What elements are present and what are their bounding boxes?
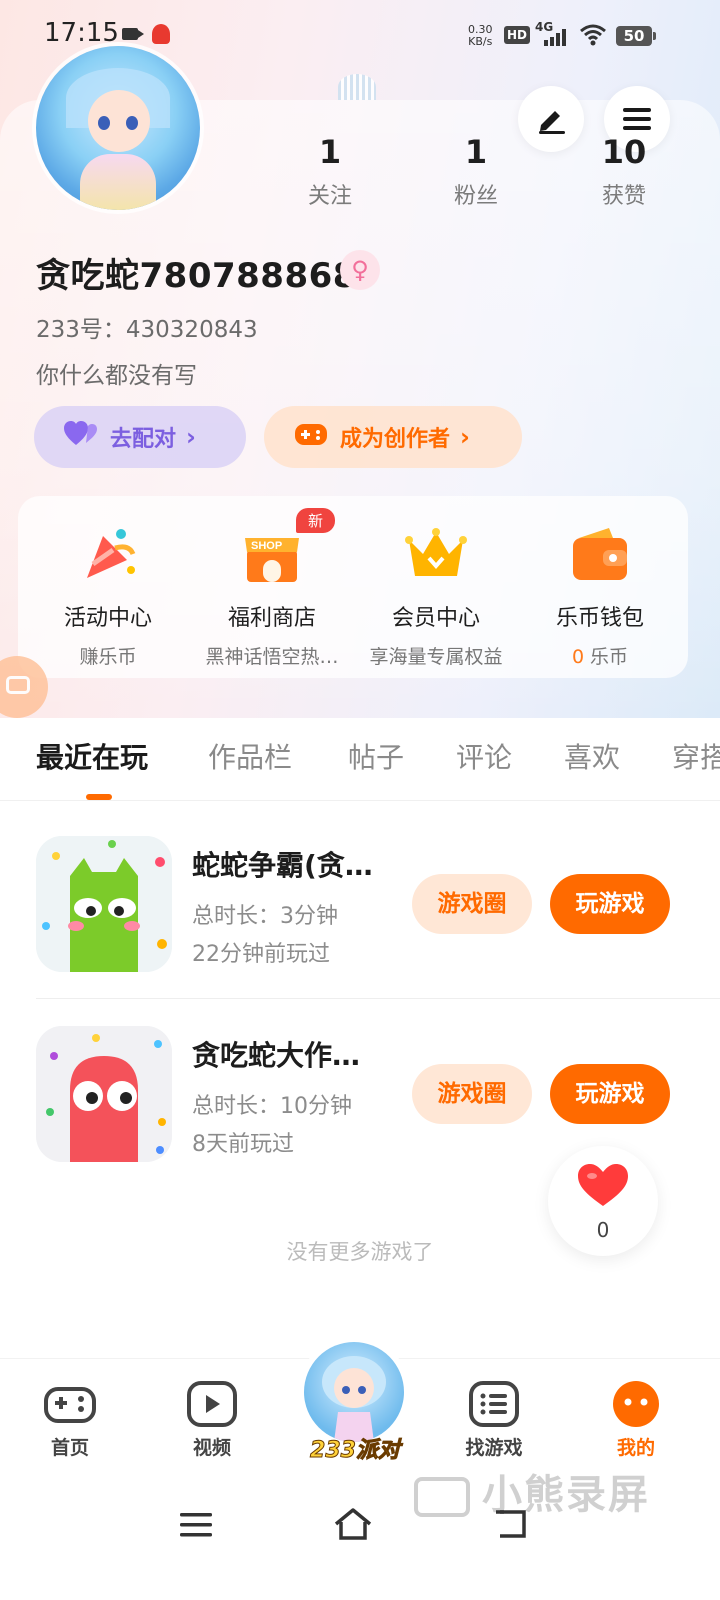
gamepad-icon (43, 1381, 97, 1427)
service-wallet[interactable]: 乐币钱包 0 乐币 (516, 520, 684, 669)
match-button-label: 去配对 (110, 427, 177, 452)
nav-mine[interactable]: 我的 (586, 1381, 686, 1460)
service-name: 活动中心 (63, 606, 152, 631)
service-subtitle: 0 乐币 (516, 642, 684, 669)
party-avatar-icon (322, 1356, 386, 1442)
game-circle-button[interactable]: 游戏圈 (412, 1064, 532, 1124)
stat-likes-label: 获赞 (601, 184, 646, 209)
play-game-button[interactable]: 玩游戏 (550, 1064, 670, 1124)
system-navigation-bar (0, 1490, 720, 1600)
nav-find-games[interactable]: 找游戏 (444, 1381, 544, 1460)
network-speed: 0.30 KB/s (468, 24, 493, 48)
play-icon (185, 1381, 239, 1427)
service-name: 福利商店 (227, 606, 316, 631)
become-creator-label: 成为创作者 (340, 427, 451, 452)
stat-following-label: 关注 (307, 184, 352, 209)
chevron-right-icon: › (186, 423, 196, 451)
tab-outfits[interactable]: 穿搭 (672, 736, 720, 776)
nav-label: 我的 (616, 1437, 655, 1459)
svg-text:SHOP: SHOP (251, 540, 282, 552)
stat-followers-label: 粉丝 (453, 184, 498, 209)
stat-following[interactable]: 1 关注 (270, 132, 390, 210)
tab-comments[interactable]: 评论 (456, 736, 512, 776)
become-creator-button[interactable]: 成为创作者 › (264, 406, 522, 468)
game-icon-snake-battle[interactable] (36, 836, 172, 972)
like-float-button[interactable]: 0 (548, 1146, 658, 1256)
like-count: 0 (596, 1218, 610, 1242)
game-icon-snake-battle-2[interactable] (36, 1026, 172, 1162)
new-badge: 新 (296, 508, 336, 533)
back-icon[interactable] (492, 1508, 530, 1540)
coin-unit: 乐币 (590, 646, 629, 668)
game-last-played: 8天前玩过 (192, 1132, 294, 1157)
game-title: 贪吃蛇大作… (192, 1039, 361, 1072)
hd-icon: HD (504, 26, 531, 44)
recent-apps-icon[interactable] (178, 1510, 214, 1540)
crown-icon (401, 520, 471, 590)
user-avatar[interactable] (36, 46, 200, 210)
profile-face-icon (609, 1381, 663, 1427)
game-list-item[interactable]: 蛇蛇争霸(贪… 总时长：3分钟 22分钟前玩过 游戏圈 玩游戏 (0, 836, 720, 1006)
notification-app-icon (152, 24, 170, 44)
nav-video[interactable]: 视频 (162, 1381, 262, 1460)
screen-record-icon (122, 28, 144, 40)
game-title: 蛇蛇争霸(贪… (192, 849, 373, 882)
nav-label: 首页 (50, 1437, 89, 1459)
stat-likes[interactable]: 10 获赞 (564, 132, 684, 210)
home-icon[interactable] (332, 1506, 374, 1542)
list-divider (36, 998, 720, 999)
service-subtitle: 赚乐币 (79, 646, 137, 668)
gender-female-icon: ♀ (340, 250, 380, 290)
active-tab-indicator (86, 794, 112, 800)
user-id[interactable]: 233号：430320843 (36, 310, 258, 344)
party-avatar-button[interactable] (304, 1342, 404, 1442)
service-activity-center[interactable]: 活动中心 赚乐币 (24, 520, 192, 669)
hearts-icon (64, 420, 98, 454)
decoration-icon (338, 74, 376, 100)
wifi-icon (580, 24, 606, 52)
service-name: 会员中心 (391, 606, 480, 631)
wallet-icon (565, 520, 635, 590)
game-controller-icon (294, 421, 328, 453)
heart-icon (578, 1164, 628, 1219)
battery-icon: 50 (616, 26, 656, 46)
game-duration: 总时长：10分钟 (192, 1094, 352, 1119)
signal-icon (544, 28, 570, 46)
service-subtitle: 黑神话悟空热… (205, 646, 339, 668)
party-label: 233派对 (310, 1438, 401, 1464)
play-game-button[interactable]: 玩游戏 (550, 874, 670, 934)
chevron-right-icon: › (460, 423, 470, 451)
stat-following-count: 1 (318, 133, 342, 171)
coin-balance: 0 (571, 646, 585, 668)
game-last-played: 22分钟前玩过 (192, 942, 330, 967)
network-speed-unit: KB/s (468, 35, 493, 48)
party-popper-icon (73, 520, 143, 590)
stat-followers-count: 1 (464, 133, 488, 171)
tab-recently-played[interactable]: 最近在玩 (36, 736, 148, 776)
stat-followers[interactable]: 1 粉丝 (416, 132, 536, 210)
nav-label: 视频 (192, 1437, 231, 1459)
menu-icon (623, 108, 651, 130)
tab-works[interactable]: 作品栏 (208, 736, 292, 776)
tab-posts[interactable]: 帖子 (348, 736, 404, 776)
game-duration: 总时长：3分钟 (192, 904, 338, 929)
service-vip-center[interactable]: 会员中心 享海量专属权益 (352, 520, 520, 669)
stat-likes-count: 10 (601, 133, 647, 171)
service-name: 乐币钱包 (555, 606, 644, 631)
service-welfare-shop[interactable]: SHOP 福利商店 黑神话悟空热… (188, 520, 356, 669)
game-circle-button[interactable]: 游戏圈 (412, 874, 532, 934)
nav-home[interactable]: 首页 (20, 1381, 120, 1460)
profile-tabs: 最近在玩 作品栏 帖子 评论 喜欢 穿搭 (0, 718, 720, 801)
list-icon (467, 1381, 521, 1427)
status-time: 17:15 (44, 18, 119, 48)
tab-likes[interactable]: 喜欢 (564, 736, 620, 776)
services-card: 活动中心 赚乐币 SHOP 福利商店 黑神话悟空热… 会员中心 享海量专属权益 … (18, 496, 688, 678)
user-bio[interactable]: 你什么都没有写 (36, 356, 197, 390)
nav-label: 找游戏 (465, 1437, 523, 1459)
username: 贪吃蛇780788868 (36, 256, 357, 296)
service-subtitle: 享海量专属权益 (369, 646, 503, 668)
match-button[interactable]: 去配对 › (34, 406, 246, 468)
camera-icon (6, 676, 30, 694)
pen-icon (539, 111, 565, 134)
